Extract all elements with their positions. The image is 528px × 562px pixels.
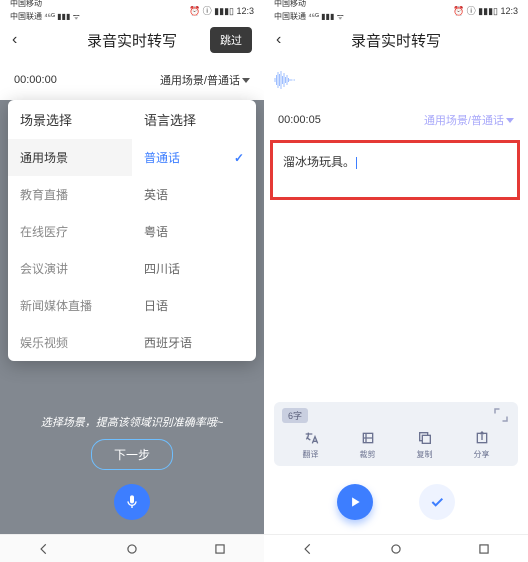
word-count-badge: 6字: [282, 408, 308, 423]
tool-card: 6字 翻译 裁剪 复制 分享: [274, 402, 518, 466]
system-nav-bar: [0, 534, 264, 562]
lang-option[interactable]: 西班牙语: [132, 324, 256, 361]
status-bar: 中国移动中国联通 ⁴⁶ᴳ ▮▮▮ ᯤ ⏰ ⓘ ▮▮▮▯ 12:3: [0, 0, 264, 20]
nav-home-icon[interactable]: [389, 542, 403, 556]
transcript-text[interactable]: 溜冰场玩具。: [283, 155, 355, 169]
lang-option[interactable]: 粤语: [132, 213, 256, 250]
play-icon: [348, 495, 362, 509]
lang-option[interactable]: 日语: [132, 287, 256, 324]
system-nav-bar: [264, 534, 528, 562]
scene-header: 场景选择: [8, 100, 132, 139]
scene-option[interactable]: 教育直播: [8, 176, 132, 213]
nav-bar: ‹ 录音实时转写 跳过: [0, 20, 264, 60]
nav-back-icon[interactable]: [37, 542, 51, 556]
text-cursor: [356, 157, 357, 169]
cut-icon: [360, 430, 376, 446]
chevron-down-icon: [506, 118, 514, 123]
nav-back-icon[interactable]: [301, 542, 315, 556]
copy-button[interactable]: 复制: [417, 430, 433, 460]
nav-recent-icon[interactable]: [213, 542, 227, 556]
next-button[interactable]: 下一步: [91, 439, 173, 470]
lang-option[interactable]: 英语: [132, 176, 256, 213]
time-row: 00:00:00 通用场景/普通话: [0, 60, 264, 100]
skip-button[interactable]: 跳过: [210, 27, 252, 53]
scene-lang-selector[interactable]: 通用场景/普通话: [160, 72, 250, 88]
scene-option[interactable]: 娱乐视频: [8, 324, 132, 361]
expand-icon: [492, 406, 510, 424]
nav-home-icon[interactable]: [125, 542, 139, 556]
scene-lang-popover: 场景选择 语言选择 通用场景 普通话 ✓ 教育直播英语 在线医疗粤语 会议演讲四…: [8, 100, 256, 361]
done-button[interactable]: [419, 484, 455, 520]
mic-button[interactable]: [114, 484, 150, 520]
mic-icon: [124, 494, 140, 510]
scene-option[interactable]: 在线医疗: [8, 213, 132, 250]
lang-header: 语言选择: [132, 100, 256, 139]
back-icon[interactable]: ‹: [12, 31, 17, 49]
hint-text: 选择场景，提高该领域识别准确率哦~: [0, 414, 264, 430]
play-button[interactable]: [337, 484, 373, 520]
copy-icon: [417, 430, 433, 446]
nav-recent-icon[interactable]: [477, 542, 491, 556]
scene-option[interactable]: 新闻媒体直播: [8, 287, 132, 324]
back-icon[interactable]: ‹: [276, 31, 281, 49]
share-icon: [474, 430, 490, 446]
waveform: [264, 60, 528, 100]
status-bar: 中国移动中国联通 ⁴⁶ᴳ ▮▮▮ ᯤ ⏰ ⓘ ▮▮▮▯ 12:3: [264, 0, 528, 20]
expand-button[interactable]: [492, 406, 510, 424]
elapsed-time: 00:00:05: [278, 114, 321, 126]
scene-option[interactable]: 会议演讲: [8, 250, 132, 287]
transcript-highlight: 溜冰场玩具。: [270, 140, 520, 200]
time-row: 00:00:05 通用场景/普通话: [264, 100, 528, 140]
check-icon: ✓: [234, 151, 244, 165]
lang-option[interactable]: 四川话: [132, 250, 256, 287]
cut-button[interactable]: 裁剪: [360, 430, 376, 460]
lang-option[interactable]: 普通话 ✓: [132, 139, 256, 176]
nav-bar: ‹ 录音实时转写: [264, 20, 528, 60]
translate-button[interactable]: 翻译: [303, 430, 319, 460]
scene-option[interactable]: 通用场景: [8, 139, 132, 176]
check-icon: [429, 494, 445, 510]
share-button[interactable]: 分享: [474, 430, 490, 460]
page-title: 录音实时转写: [351, 30, 441, 51]
elapsed-time: 00:00:00: [14, 74, 57, 86]
page-title: 录音实时转写: [87, 30, 177, 51]
translate-icon: [303, 430, 319, 446]
scene-lang-selector[interactable]: 通用场景/普通话: [424, 112, 514, 128]
chevron-down-icon: [242, 78, 250, 83]
